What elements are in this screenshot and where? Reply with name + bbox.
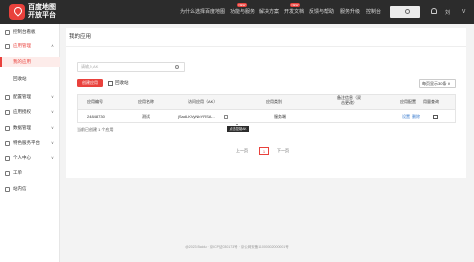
data-icon — [5, 125, 10, 131]
chevron-up-icon: ∧ — [51, 43, 54, 48]
sidebar-item-data[interactable]: 数据管理 ∨ — [0, 123, 60, 133]
config-icon — [5, 94, 10, 100]
sidebar-item-tickets[interactable]: 工单 — [0, 168, 60, 178]
bell-icon[interactable] — [431, 8, 437, 14]
chart-icon[interactable] — [433, 115, 438, 119]
chevron-down-icon: ∨ — [51, 109, 54, 114]
ticket-icon — [5, 170, 10, 176]
nav-docs[interactable]: 开发文档 — [284, 9, 304, 16]
logo-subtitle[interactable]: 开放平台 — [28, 12, 56, 20]
service-icon — [5, 140, 10, 146]
chevron-down-icon: ∨ — [51, 155, 54, 160]
chevron-down-icon: ∨ — [51, 140, 54, 145]
trash-icon[interactable] — [108, 81, 113, 86]
col-config: 应用配置 — [400, 99, 416, 104]
col-app-name: 应用名称 — [138, 99, 154, 104]
auth-icon — [5, 109, 10, 115]
col-app-id: 应用编号 — [87, 99, 103, 104]
mail-icon — [5, 186, 10, 192]
chevron-down-icon[interactable]: V — [462, 9, 465, 15]
sidebar-item-auth[interactable]: 应用授权 ∨ — [0, 107, 60, 117]
prev-page-button[interactable]: 上一页 — [236, 147, 248, 155]
delete-link[interactable]: 删除 — [412, 114, 420, 120]
set-link[interactable]: 设置 — [402, 114, 410, 120]
user-name[interactable]: 刘 — [445, 9, 450, 16]
next-page-button[interactable]: 下一页 — [277, 147, 289, 155]
divider — [66, 46, 466, 47]
page-size-value: 每页显示30条 ∨ — [422, 81, 451, 86]
sidebar-item-app-management[interactable]: 应用管理 ∧ — [0, 41, 60, 51]
app-count: 当前已创建 1 个应用 — [77, 127, 114, 132]
app-icon — [5, 43, 10, 49]
cell-category: 服务端 — [274, 114, 286, 119]
user-icon — [5, 155, 10, 161]
sidebar-item-personal[interactable]: 个人中心 ∨ — [0, 153, 60, 163]
dashboard-icon — [5, 29, 10, 35]
footer: @2023 Baidu · 京ICP证030173号 · 京公网安备110000… — [185, 245, 289, 249]
ak-search-placeholder: 请输入AK — [81, 64, 99, 69]
nav-why-baidu[interactable]: 为什么选择百度地图 — [180, 9, 225, 16]
table-row — [77, 110, 456, 123]
col-ak: 访问应用（AK） — [188, 99, 218, 104]
search-icon[interactable] — [175, 65, 179, 69]
nav-console[interactable]: 控制台 — [366, 9, 381, 16]
nav-features[interactable]: 功能与服务 — [230, 9, 255, 16]
cell-app-name: 测试 — [142, 114, 150, 119]
nav-solutions[interactable]: 解决方案 — [259, 9, 279, 16]
recycle-bin-link[interactable]: 回收站 — [115, 80, 129, 86]
sidebar-item-services[interactable]: 特色服务平台 ∨ — [0, 138, 60, 148]
sidebar-item-recycle-bin[interactable]: 回收站 — [0, 74, 60, 84]
cell-app-id: 24848730 — [87, 114, 105, 119]
nav-feedback[interactable]: 反馈与帮助 — [309, 9, 334, 16]
sidebar-item-messages[interactable]: 站内信 — [0, 184, 60, 194]
nav-upgrade[interactable]: 服务升级 — [340, 9, 360, 16]
chevron-down-icon: ∨ — [51, 94, 54, 99]
new-badge: NEW — [237, 3, 247, 7]
baidu-map-logo-icon[interactable] — [9, 4, 25, 20]
page-title: 我的应用 — [69, 34, 92, 40]
col-usage: 用量查询 — [423, 99, 439, 104]
search-icon[interactable] — [405, 9, 410, 14]
new-badge: NEW — [290, 3, 300, 7]
create-app-button[interactable]: 创建应用 — [77, 79, 103, 87]
col-note: 备注信息（双击更改） — [337, 95, 361, 105]
sidebar-item-my-apps[interactable]: 我的应用 — [0, 57, 60, 67]
sidebar-item-dashboard[interactable]: 控制台看板 — [0, 27, 60, 37]
cell-ak: jSadLKVyNbYRSA... — [178, 114, 215, 119]
copy-tooltip: 点击复制AK — [227, 124, 249, 132]
col-category: 应用类别 — [266, 99, 282, 104]
page-number-current[interactable]: 1 — [259, 147, 269, 155]
chevron-down-icon: ∨ — [51, 125, 54, 130]
copy-icon[interactable] — [224, 115, 228, 119]
sidebar-item-config[interactable]: 配置管理 ∨ — [0, 92, 60, 102]
logo-title[interactable]: 百度地图 — [28, 4, 56, 12]
